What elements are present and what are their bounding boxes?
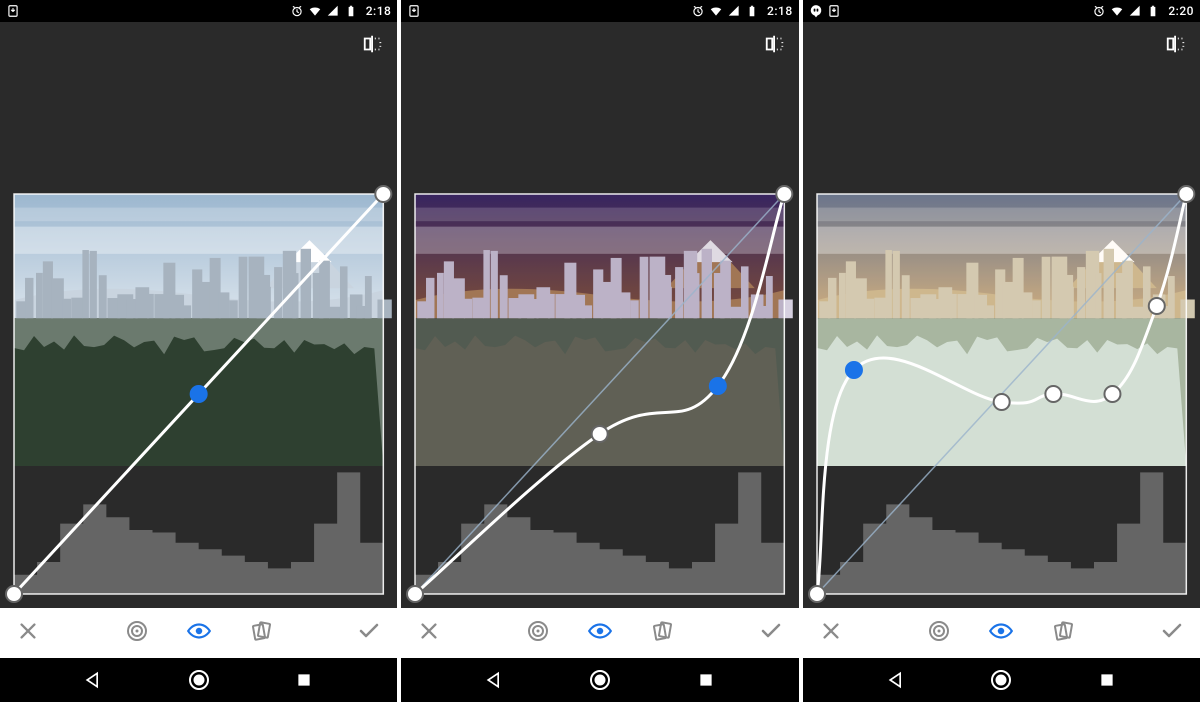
cancel-button[interactable]	[14, 619, 42, 647]
nav-home[interactable]	[983, 662, 1019, 698]
nav-home[interactable]	[181, 662, 217, 698]
target-icon	[927, 619, 951, 647]
phone-screen: 2:18	[0, 0, 397, 702]
cards-icon	[650, 619, 674, 647]
tab-styles[interactable]	[524, 619, 552, 647]
app-header	[401, 22, 798, 180]
android-navbar	[0, 658, 397, 702]
cancel-button[interactable]	[415, 619, 443, 647]
eye-icon	[988, 618, 1014, 648]
nav-home[interactable]	[582, 662, 618, 698]
battery-icon	[1146, 4, 1160, 18]
curve-point[interactable]	[1148, 298, 1164, 314]
nav-recent[interactable]	[286, 662, 322, 698]
curve-point[interactable]	[592, 426, 608, 442]
tab-filters[interactable]	[1049, 619, 1077, 647]
compare-button[interactable]	[1162, 32, 1190, 60]
apply-button[interactable]	[1158, 619, 1186, 647]
curve-point[interactable]	[710, 378, 726, 394]
tab-looks[interactable]	[987, 619, 1015, 647]
nav-back[interactable]	[878, 662, 914, 698]
battery-icon	[344, 4, 358, 18]
tab-filters[interactable]	[648, 619, 676, 647]
phone-screen: 2:20	[803, 0, 1200, 702]
curves-editor[interactable]	[401, 180, 798, 608]
nav-back[interactable]	[476, 662, 512, 698]
wifi-icon	[709, 4, 723, 18]
bottom-toolbar	[803, 608, 1200, 658]
signal-icon	[326, 4, 340, 18]
curve-point[interactable]	[1178, 186, 1194, 202]
check-icon	[759, 619, 783, 647]
compare-button[interactable]	[359, 32, 387, 60]
curve-point[interactable]	[777, 186, 793, 202]
status-clock: 2:20	[1168, 4, 1194, 18]
curve-point[interactable]	[375, 186, 391, 202]
close-icon	[17, 620, 39, 646]
tab-looks[interactable]	[185, 619, 213, 647]
target-icon	[125, 619, 149, 647]
target-icon	[526, 619, 550, 647]
check-icon	[357, 619, 381, 647]
close-icon	[820, 620, 842, 646]
alarm-icon	[1092, 4, 1106, 18]
apply-button[interactable]	[757, 619, 785, 647]
check-icon	[1160, 619, 1184, 647]
nav-back[interactable]	[75, 662, 111, 698]
curve-point[interactable]	[993, 394, 1009, 410]
status-bar: 2:18	[0, 0, 397, 22]
tab-styles[interactable]	[123, 619, 151, 647]
apply-button[interactable]	[355, 619, 383, 647]
curve-point[interactable]	[1104, 386, 1120, 402]
cards-icon	[249, 619, 273, 647]
status-bar: 2:20	[803, 0, 1200, 22]
wifi-icon	[1110, 4, 1124, 18]
curve-point[interactable]	[809, 586, 825, 602]
bottom-toolbar	[0, 608, 397, 658]
compare-icon	[362, 33, 384, 59]
curves-editor[interactable]	[803, 180, 1200, 608]
nav-recent[interactable]	[1089, 662, 1125, 698]
compare-button[interactable]	[761, 32, 789, 60]
signal-icon	[727, 4, 741, 18]
compare-icon	[1165, 33, 1187, 59]
curve-point[interactable]	[1045, 386, 1061, 402]
phone-screen: 2:18	[401, 0, 798, 702]
cancel-button[interactable]	[817, 619, 845, 647]
image-preview	[415, 194, 793, 466]
tab-styles[interactable]	[925, 619, 953, 647]
status-clock: 2:18	[767, 4, 793, 18]
bottom-toolbar	[401, 608, 798, 658]
tab-looks[interactable]	[586, 619, 614, 647]
app-header	[803, 22, 1200, 180]
wifi-icon	[308, 4, 322, 18]
download-icon	[827, 4, 841, 18]
eye-icon	[186, 618, 212, 648]
curve-point[interactable]	[191, 386, 207, 402]
eye-icon	[587, 618, 613, 648]
cards-icon	[1051, 619, 1075, 647]
signal-icon	[1128, 4, 1142, 18]
tab-filters[interactable]	[247, 619, 275, 647]
curve-point[interactable]	[846, 362, 862, 378]
compare-icon	[764, 33, 786, 59]
download-icon	[407, 4, 421, 18]
alarm-icon	[691, 4, 705, 18]
curve-point[interactable]	[6, 586, 22, 602]
hangouts-icon	[809, 4, 823, 18]
alarm-icon	[290, 4, 304, 18]
image-preview	[817, 194, 1195, 466]
curve-point[interactable]	[407, 586, 423, 602]
app-header	[0, 22, 397, 180]
nav-recent[interactable]	[688, 662, 724, 698]
android-navbar	[803, 658, 1200, 702]
status-bar: 2:18	[401, 0, 798, 22]
status-clock: 2:18	[366, 4, 392, 18]
android-navbar	[401, 658, 798, 702]
download-icon	[6, 4, 20, 18]
battery-icon	[745, 4, 759, 18]
curves-editor[interactable]	[0, 180, 397, 608]
image-preview	[14, 194, 392, 466]
close-icon	[418, 620, 440, 646]
